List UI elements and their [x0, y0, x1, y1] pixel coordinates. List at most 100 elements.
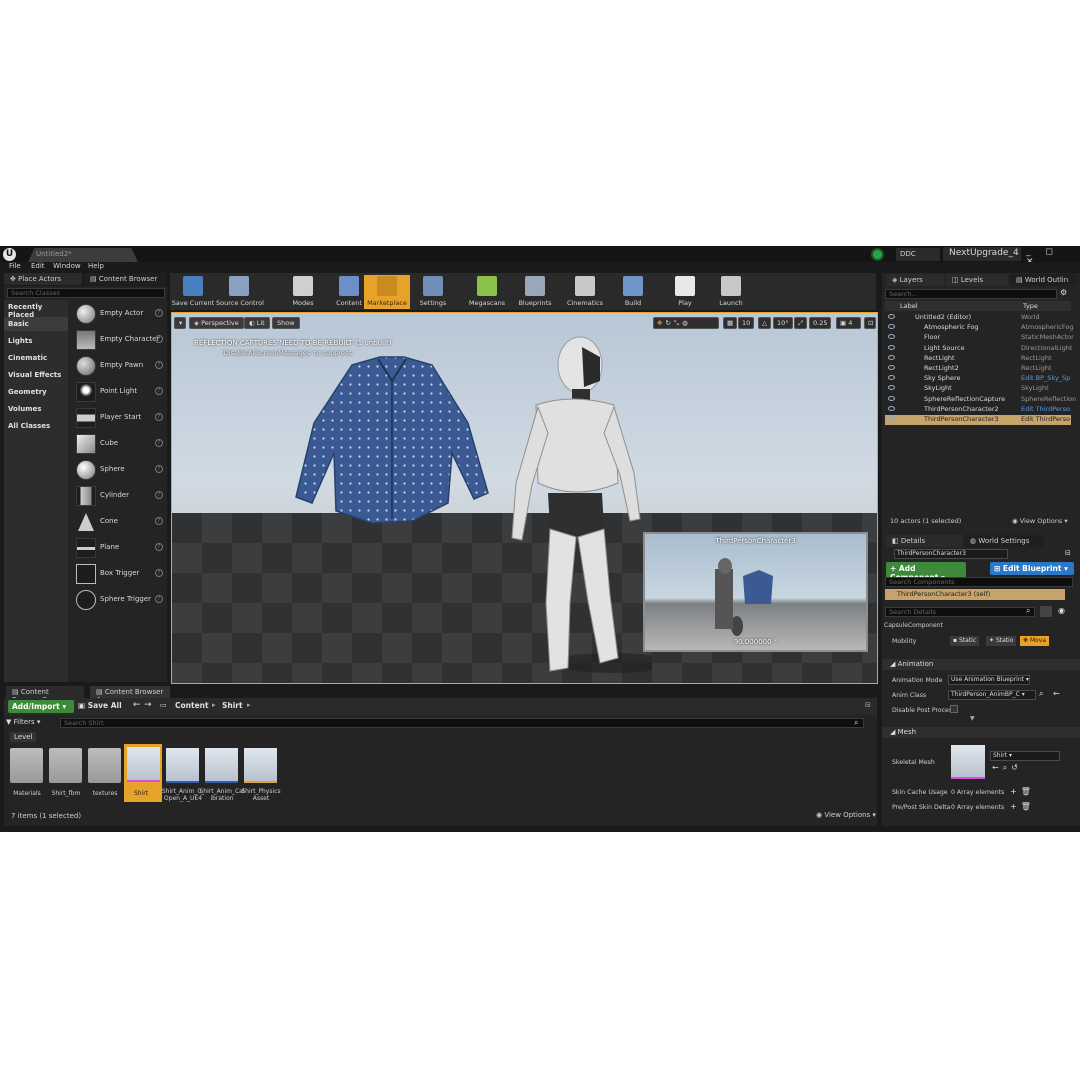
- outliner-type[interactable]: Edit ThirdPerso: [1021, 415, 1070, 423]
- tab-content-browser[interactable]: ▤ Content Browser: [84, 273, 166, 285]
- modes-button[interactable]: Modes: [280, 275, 326, 309]
- visibility-eye-icon[interactable]: [888, 405, 895, 411]
- mobility-stationary-button[interactable]: ✦ Statio: [986, 636, 1017, 646]
- mobility-movable-button[interactable]: ✥ Mova: [1020, 636, 1050, 646]
- actor-point-light[interactable]: Point Light?: [72, 380, 167, 404]
- category-lights[interactable]: Lights: [4, 334, 68, 348]
- scale-snap-icon[interactable]: ⤢: [794, 317, 808, 329]
- history-forward-icon[interactable]: →: [144, 700, 152, 710]
- document-tab[interactable]: Untitled2*: [28, 248, 138, 262]
- rotation-snap-icon[interactable]: △: [758, 317, 771, 329]
- property-matrix-icon[interactable]: [1040, 606, 1052, 617]
- asset-shirt-physics[interactable]: Shirt_Physics Asset: [241, 748, 281, 804]
- outliner-settings-icon[interactable]: ⚙: [1060, 288, 1067, 297]
- maximize-icon[interactable]: ⊡: [864, 317, 876, 329]
- shirt-mesh[interactable]: [292, 353, 492, 528]
- outliner-row[interactable]: ThirdPersonCharacter2 Edit ThirdPerso: [885, 405, 1071, 415]
- column-label[interactable]: Label: [900, 302, 918, 310]
- anim-class-select[interactable]: ThirdPerson_AnimBP_C ▾: [948, 690, 1036, 700]
- actor-name-field[interactable]: ThirdPersonCharacter3: [894, 549, 1008, 559]
- search-components-input[interactable]: Search Components: [885, 577, 1073, 587]
- ddc-indicator[interactable]: DDC: [896, 248, 940, 261]
- search-details-input[interactable]: Search Details: [885, 607, 1035, 617]
- marketplace-button[interactable]: Marketplace: [364, 275, 410, 309]
- help-icon[interactable]: ?: [155, 543, 163, 551]
- help-icon[interactable]: ?: [155, 491, 163, 499]
- blueprints-button[interactable]: Blueprints: [512, 275, 558, 309]
- save-current-button[interactable]: Save Current: [170, 275, 216, 309]
- disable-post-process-checkbox[interactable]: [950, 705, 958, 713]
- viewport-options-button[interactable]: ▾: [174, 317, 186, 329]
- scale-snap-value[interactable]: 0.25: [809, 317, 832, 329]
- tab-content-browser-3[interactable]: ▤ Content Browser 3: [6, 686, 84, 704]
- tab-world-settings[interactable]: ◍ World Settings: [964, 535, 1044, 547]
- actor-cube[interactable]: Cube?: [72, 432, 167, 456]
- filters-button[interactable]: ▼ Filters ▾: [6, 718, 40, 726]
- category-basic[interactable]: Basic: [4, 317, 68, 331]
- megascans-button[interactable]: Megascans: [464, 275, 510, 309]
- category-volumes[interactable]: Volumes: [4, 402, 68, 416]
- visibility-eye-icon[interactable]: [888, 416, 895, 421]
- tab-details[interactable]: ◧ Details: [886, 535, 962, 547]
- advanced-expand-icon[interactable]: ▼: [970, 715, 975, 722]
- world-icon[interactable]: ◍: [682, 319, 691, 327]
- view-options-button[interactable]: ◉ View Options ▾: [816, 811, 876, 819]
- filter-chip-level[interactable]: Level: [10, 732, 37, 742]
- launch-button[interactable]: Launch: [708, 275, 754, 309]
- breadcrumb-content[interactable]: Content: [175, 701, 209, 710]
- add-import-button[interactable]: Add/Import ▾: [8, 700, 74, 713]
- search-icon[interactable]: ⌕: [854, 718, 858, 728]
- history-back-icon[interactable]: ←: [133, 700, 141, 710]
- category-geometry[interactable]: Geometry: [4, 385, 68, 399]
- actor-empty-pawn[interactable]: Empty Pawn?: [72, 354, 167, 378]
- browse-icon[interactable]: ⌕: [1039, 689, 1043, 699]
- rotate-icon[interactable]: ↻: [665, 319, 673, 327]
- settings-button[interactable]: Settings: [410, 275, 456, 309]
- visibility-eye-icon[interactable]: [888, 354, 895, 360]
- transform-tools[interactable]: ✥↻⤡◍: [653, 317, 719, 329]
- help-icon[interactable]: ?: [155, 387, 163, 395]
- help-icon[interactable]: ?: [155, 465, 163, 473]
- category-recently-placed[interactable]: Recently Placed: [4, 300, 68, 319]
- help-icon[interactable]: ?: [155, 335, 163, 343]
- help-icon[interactable]: ?: [155, 413, 163, 421]
- actor-cylinder[interactable]: Cylinder?: [72, 484, 167, 508]
- visibility-eye-icon[interactable]: [888, 365, 895, 370]
- help-icon[interactable]: ?: [155, 439, 163, 447]
- scale-icon[interactable]: ⤡: [674, 319, 682, 327]
- mobility-static-button[interactable]: ▪ Static: [950, 636, 980, 646]
- section-animation[interactable]: ◢ Animation: [882, 659, 1080, 670]
- menu-edit[interactable]: Edit: [31, 262, 45, 270]
- grid-snap-value[interactable]: 10: [738, 317, 755, 329]
- category-all-classes[interactable]: All Classes: [4, 419, 68, 433]
- outliner-row[interactable]: RectLight2 RectLight: [885, 364, 1071, 374]
- edit-blueprint-button[interactable]: ⊞ Edit Blueprint ▾: [990, 562, 1074, 575]
- search-icon[interactable]: ⌕: [1026, 606, 1030, 616]
- actor-sphere-trigger[interactable]: Sphere Trigger?: [72, 588, 167, 612]
- help-icon[interactable]: ?: [155, 569, 163, 577]
- help-icon[interactable]: ?: [155, 361, 163, 369]
- outliner-row[interactable]: Untitled2 (Editor) World: [885, 313, 1071, 323]
- outliner-row[interactable]: ThirdPersonCharacter3 Edit ThirdPerso: [885, 415, 1071, 425]
- actor-box-trigger[interactable]: Box Trigger?: [72, 562, 167, 586]
- perspective-button[interactable]: ◈ Perspective: [189, 317, 244, 329]
- use-selected-icon[interactable]: ←: [1053, 689, 1060, 698]
- visibility-eye-icon[interactable]: [888, 334, 895, 340]
- tab-place-actors[interactable]: ✥ Place Actors: [4, 273, 82, 285]
- mesh-actions-icons[interactable]: ←⌕↺: [992, 763, 1022, 773]
- outliner-search-input[interactable]: Search...: [885, 289, 1057, 299]
- outliner-row[interactable]: Atmospheric Fog AtmosphericFog: [885, 323, 1073, 333]
- category-visual-effects[interactable]: Visual Effects: [4, 368, 68, 382]
- breadcrumb-shirt[interactable]: Shirt: [222, 701, 243, 710]
- source-control-status-icon[interactable]: [871, 248, 884, 261]
- camera-preview[interactable]: ThirdPersonCharacter3 90.000000 °: [643, 532, 868, 652]
- save-all-button[interactable]: ▣ Save All: [78, 701, 122, 710]
- actor-empty-character[interactable]: Empty Character?: [72, 328, 167, 352]
- lock-icon[interactable]: ⊟: [865, 701, 871, 709]
- help-icon[interactable]: ?: [155, 517, 163, 525]
- show-button[interactable]: Show: [272, 317, 300, 329]
- search-classes-input[interactable]: Search Classes: [7, 288, 165, 298]
- actor-player-start[interactable]: Player Start?: [72, 406, 167, 430]
- outliner-view-options-button[interactable]: ◉ View Options ▾: [1012, 517, 1068, 525]
- eye-icon[interactable]: ◉: [1058, 606, 1065, 615]
